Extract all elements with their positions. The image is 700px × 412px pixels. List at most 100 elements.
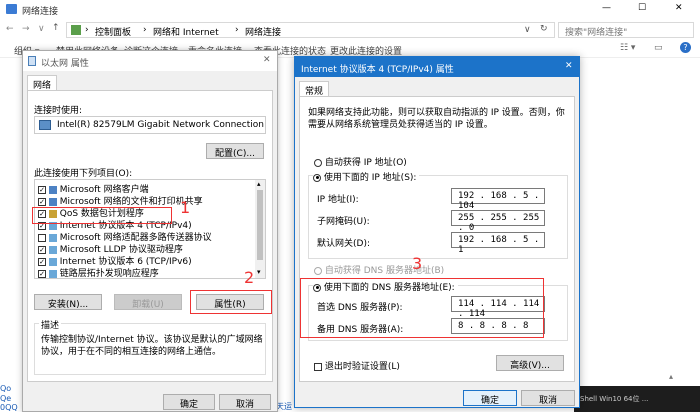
ethernet-properties-dialog: 以太网 属性 ✕ 网络 连接时使用: Intel(R) 82579LM Giga… (22, 50, 278, 412)
ip-address-label: IP 地址(I): (317, 195, 359, 205)
subnet-mask-field[interactable]: 255 . 255 . 255 . 0 (451, 210, 545, 233)
item-checkbox[interactable]: ✓ (38, 269, 46, 278)
taskbar-left-text: Qe (0, 394, 12, 403)
help-icon[interactable]: ? (680, 42, 691, 53)
connect-using-label: 连接时使用: (34, 106, 83, 116)
scroll-up-icon[interactable]: ▴ (669, 372, 673, 381)
scroll-thumb[interactable] (257, 190, 263, 260)
annotation-mark-1: 1 (180, 198, 191, 217)
description-text: 传输控制协议/Internet 协议。该协议是默认的广域网络协议，用于在不同的相… (41, 335, 263, 357)
view-options-icon[interactable]: ☷ ▾ (620, 43, 635, 53)
list-item[interactable]: ✓ Internet 协议版本 6 (TCP/IPv6) (38, 254, 192, 267)
item-icon (48, 245, 57, 254)
list-item[interactable]: ✓ 链路层拓扑发现响应程序 (38, 266, 159, 278)
item-checkbox[interactable] (38, 233, 46, 242)
install-button[interactable]: 安装(N)... (34, 294, 102, 310)
list-item[interactable]: ✓ Microsoft LLDP 协议驱动程序 (38, 242, 183, 255)
cancel-label: 取消 (235, 400, 254, 410)
breadcrumb-network-connections[interactable]: 网络连接 (245, 25, 281, 38)
dialog-title: 以太网 属性 (41, 59, 89, 69)
forward-icon[interactable]: → (22, 24, 30, 34)
tab-general[interactable]: 常规 (299, 81, 329, 97)
ok-label: 确定 (179, 400, 198, 410)
description-group: 描述 传输控制协议/Internet 协议。该协议是默认的广域网络协议，用于在不… (34, 318, 266, 375)
item-checkbox[interactable]: ✓ (38, 257, 46, 266)
close-icon[interactable]: ✕ (263, 55, 271, 65)
advanced-button[interactable]: 高级(V)... (496, 355, 564, 371)
item-checkbox[interactable]: ✓ (38, 185, 46, 194)
search-placeholder: 搜索"网络连接" (565, 28, 628, 38)
breadcrumb-sep-icon: › (235, 25, 239, 35)
items-list: ✓ Microsoft 网络客户端 ✓ Microsoft 网络的文件和打印机共… (34, 179, 266, 279)
annotation-mark-3: 3 (412, 254, 423, 273)
dialog-titlebar: Internet 协议版本 4 (TCP/IPv4) 属性 ✕ (295, 57, 579, 77)
manual-ip-label: 使用下面的 IP 地址(S): (323, 173, 417, 183)
annotation-mark-2: 2 (244, 268, 255, 287)
ok-button[interactable]: 确定 (463, 390, 517, 406)
auto-ip-label: 自动获得 IP 地址(O) (324, 158, 407, 168)
configure-button[interactable]: 配置(C)... (206, 143, 264, 159)
tab-panel: 如果网络支持此功能，则可以获取自动指派的 IP 设置。否则，你需要从网络系统管理… (299, 96, 575, 382)
auto-dns-label: 自动获得 DNS 服务器地址(B) (324, 266, 445, 276)
item-checkbox[interactable]: ✓ (38, 197, 46, 206)
subnet-mask-value: 255 . 255 . 255 . 0 (458, 213, 540, 233)
list-item[interactable]: ✓ Microsoft 网络的文件和打印机共享 (38, 194, 203, 207)
breadcrumb-sep-icon: › (143, 25, 147, 35)
taskbar-text: Shell Win10 64位 ... (580, 395, 649, 403)
tab-network[interactable]: 网络 (27, 75, 57, 91)
up-icon[interactable]: ↑ (52, 23, 60, 33)
search-input[interactable]: 搜索"网络连接" (558, 22, 694, 38)
list-item[interactable]: Microsoft 网络适配器多路传送器协议 (38, 230, 212, 243)
manual-ip-radio-dot[interactable] (313, 173, 321, 182)
adapter-name: Intel(R) 82579LM Gigabit Network Connect… (57, 120, 264, 130)
back-icon[interactable]: ← (6, 24, 14, 34)
minimize-button[interactable]: — (602, 3, 611, 13)
breadcrumb-network-internet[interactable]: 网络和 Internet (153, 25, 219, 38)
item-icon (48, 269, 57, 278)
scroll-down-icon[interactable]: ▾ (257, 268, 261, 276)
gateway-value: 192 . 168 . 5 . 1 (458, 235, 540, 255)
network-adapter-icon (39, 120, 51, 130)
item-icon (48, 185, 57, 194)
description-title: 描述 (39, 318, 62, 331)
gateway-field[interactable]: 192 . 168 . 5 . 1 (451, 232, 545, 255)
item-checkbox[interactable]: ✓ (38, 245, 46, 254)
validate-checkbox-box[interactable] (314, 362, 322, 371)
refresh-icon[interactable]: ↻ (540, 24, 548, 34)
scroll-up-icon[interactable]: ▴ (257, 180, 261, 188)
manual-ip-radio[interactable]: 使用下面的 IP 地址(S): (313, 170, 420, 183)
close-window-button[interactable]: ✕ (675, 3, 683, 13)
ipv4-properties-dialog: Internet 协议版本 4 (TCP/IPv4) 属性 ✕ 常规 如果网络支… (294, 56, 580, 408)
dialog-titlebar: 以太网 属性 ✕ (23, 51, 277, 71)
subnet-mask-label: 子网掩码(U): (317, 217, 370, 227)
auto-dns-radio-dot[interactable] (314, 266, 322, 275)
preview-pane-icon[interactable]: ▭ (654, 43, 663, 53)
address-bar[interactable]: › 控制面板 › 网络和 Internet › 网络连接 ∨ ↻ (66, 22, 555, 38)
items-label: 此连接使用下列项目(O): (34, 169, 133, 179)
maximize-button[interactable]: ☐ (638, 3, 646, 13)
control-panel-icon (71, 25, 81, 35)
ip-address-field[interactable]: 192 . 168 . 5 . 104 (451, 188, 545, 211)
ok-label: 确定 (480, 396, 499, 406)
adapter-box: Intel(R) 82579LM Gigabit Network Connect… (34, 116, 266, 134)
advanced-label: 高级(V)... (510, 361, 550, 371)
explorer-titlebar: 网络连接 — ☐ ✕ (0, 0, 700, 20)
auto-ip-radio[interactable]: 自动获得 IP 地址(O) (314, 155, 407, 168)
cancel-button[interactable]: 取消 (219, 394, 271, 410)
validate-label: 退出时验证设置(L) (324, 362, 400, 372)
validate-checkbox[interactable]: 退出时验证设置(L) (314, 359, 400, 372)
annotation-box-properties (190, 290, 272, 314)
ok-button[interactable]: 确定 (163, 394, 215, 410)
cancel-button[interactable]: 取消 (521, 390, 575, 406)
address-dropdown-icon[interactable]: ∨ (524, 25, 531, 35)
list-item[interactable]: ✓ Microsoft 网络客户端 (38, 182, 149, 195)
breadcrumb-control-panel[interactable]: 控制面板 (95, 25, 131, 38)
close-icon[interactable]: ✕ (565, 61, 573, 71)
list-scrollbar[interactable]: ▴ ▾ (255, 180, 265, 278)
auto-ip-radio-dot[interactable] (314, 158, 322, 167)
ip-group: 使用下面的 IP 地址(S): IP 地址(I): 192 . 168 . 5 … (308, 170, 568, 259)
uninstall-label: 卸载(U) (132, 300, 164, 310)
annotation-box-ipv4-item (32, 207, 172, 224)
ethernet-icon (28, 56, 36, 66)
recent-chevron-icon[interactable]: ∨ (38, 24, 45, 34)
